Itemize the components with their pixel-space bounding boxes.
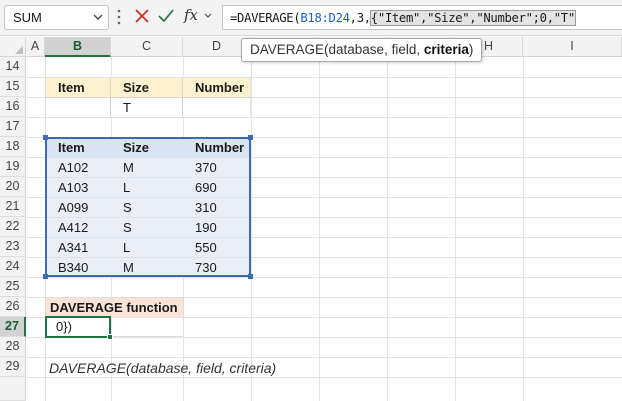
formula-mid: ,3, — [349, 11, 371, 25]
function-syntax-tooltip[interactable]: DAVERAGE(database, field, criteria) — [241, 38, 483, 62]
row-header-26[interactable]: 26 — [0, 297, 26, 317]
gridline — [26, 277, 622, 278]
tooltip-current-arg: criteria — [423, 42, 469, 57]
cancel-icon[interactable] — [134, 8, 150, 24]
row-header-25[interactable]: 25 — [0, 277, 26, 297]
gridline — [523, 57, 524, 401]
range-handle-top-right[interactable] — [248, 135, 253, 140]
row-header-30[interactable] — [0, 377, 26, 401]
formula-criteria-highlight: {"Item","Size","Number";0,"T" — [369, 10, 576, 26]
enter-check-icon[interactable] — [158, 8, 174, 24]
column-header-c[interactable]: C — [111, 37, 183, 57]
range-handle-top-left[interactable] — [43, 135, 48, 140]
row-header-23[interactable]: 23 — [0, 237, 26, 257]
syntax-note[interactable]: DAVERAGE(database, field, criteria) — [49, 358, 276, 378]
expand-formula-chevron-icon[interactable] — [204, 13, 212, 19]
row-header-16[interactable]: 16 — [0, 97, 26, 117]
column-header-b[interactable]: B — [45, 37, 111, 57]
column-header-a[interactable]: A — [26, 37, 45, 57]
more-options-icon[interactable] — [116, 8, 122, 26]
row-header-22[interactable]: 22 — [0, 217, 26, 237]
range-handle-bottom-left[interactable] — [43, 274, 48, 279]
formula-text: =DAVERAGE(B18:D24,3,{"Item","Size","Numb… — [230, 10, 576, 26]
row-header-18[interactable]: 18 — [0, 137, 26, 157]
column-header-i[interactable]: I — [523, 37, 622, 57]
formula-prefix: =DAVERAGE( — [230, 11, 301, 25]
row-header-19[interactable]: 19 — [0, 157, 26, 177]
name-box[interactable]: SUM — [4, 5, 109, 30]
row-header-27[interactable]: 27 — [0, 317, 26, 337]
row-header-21[interactable]: 21 — [0, 197, 26, 217]
chevron-down-icon[interactable] — [92, 11, 104, 23]
tooltip-close-paren: ) — [468, 42, 474, 57]
fill-handle[interactable] — [107, 334, 113, 340]
select-all-triangle-icon — [15, 46, 23, 54]
row-header-29[interactable]: 29 — [0, 357, 26, 377]
gridline — [387, 57, 388, 401]
criteria-table-divider — [45, 97, 251, 98]
gridline — [455, 57, 456, 401]
row-header-14[interactable]: 14 — [0, 57, 26, 77]
select-all-corner[interactable] — [0, 37, 26, 57]
row-header-17[interactable]: 17 — [0, 117, 26, 137]
gridline — [26, 337, 622, 338]
row-header-24[interactable]: 24 — [0, 257, 26, 277]
row-header-28[interactable]: 28 — [0, 337, 26, 357]
active-cell-edit-text: 0}) — [56, 319, 72, 334]
formula-range-ref: B18:D24 — [300, 11, 350, 25]
range-handle-bottom-right[interactable] — [248, 274, 253, 279]
gridline — [251, 57, 252, 401]
database-range-highlight — [45, 137, 251, 277]
formula-bar: SUM fx =DAVERAGE(B18:D24,3,{"Item","Size… — [0, 0, 622, 36]
name-box-value: SUM — [13, 10, 42, 25]
row-header-15[interactable]: 15 — [0, 77, 26, 97]
gridline — [319, 57, 320, 401]
formula-input[interactable]: =DAVERAGE(B18:D24,3,{"Item","Size","Numb… — [222, 5, 622, 30]
insert-function-icon[interactable]: fx — [184, 6, 198, 24]
tooltip-args: DAVERAGE(database, field, — [250, 42, 424, 57]
row-header-20[interactable]: 20 — [0, 177, 26, 197]
active-cell-b27[interactable] — [45, 316, 113, 340]
